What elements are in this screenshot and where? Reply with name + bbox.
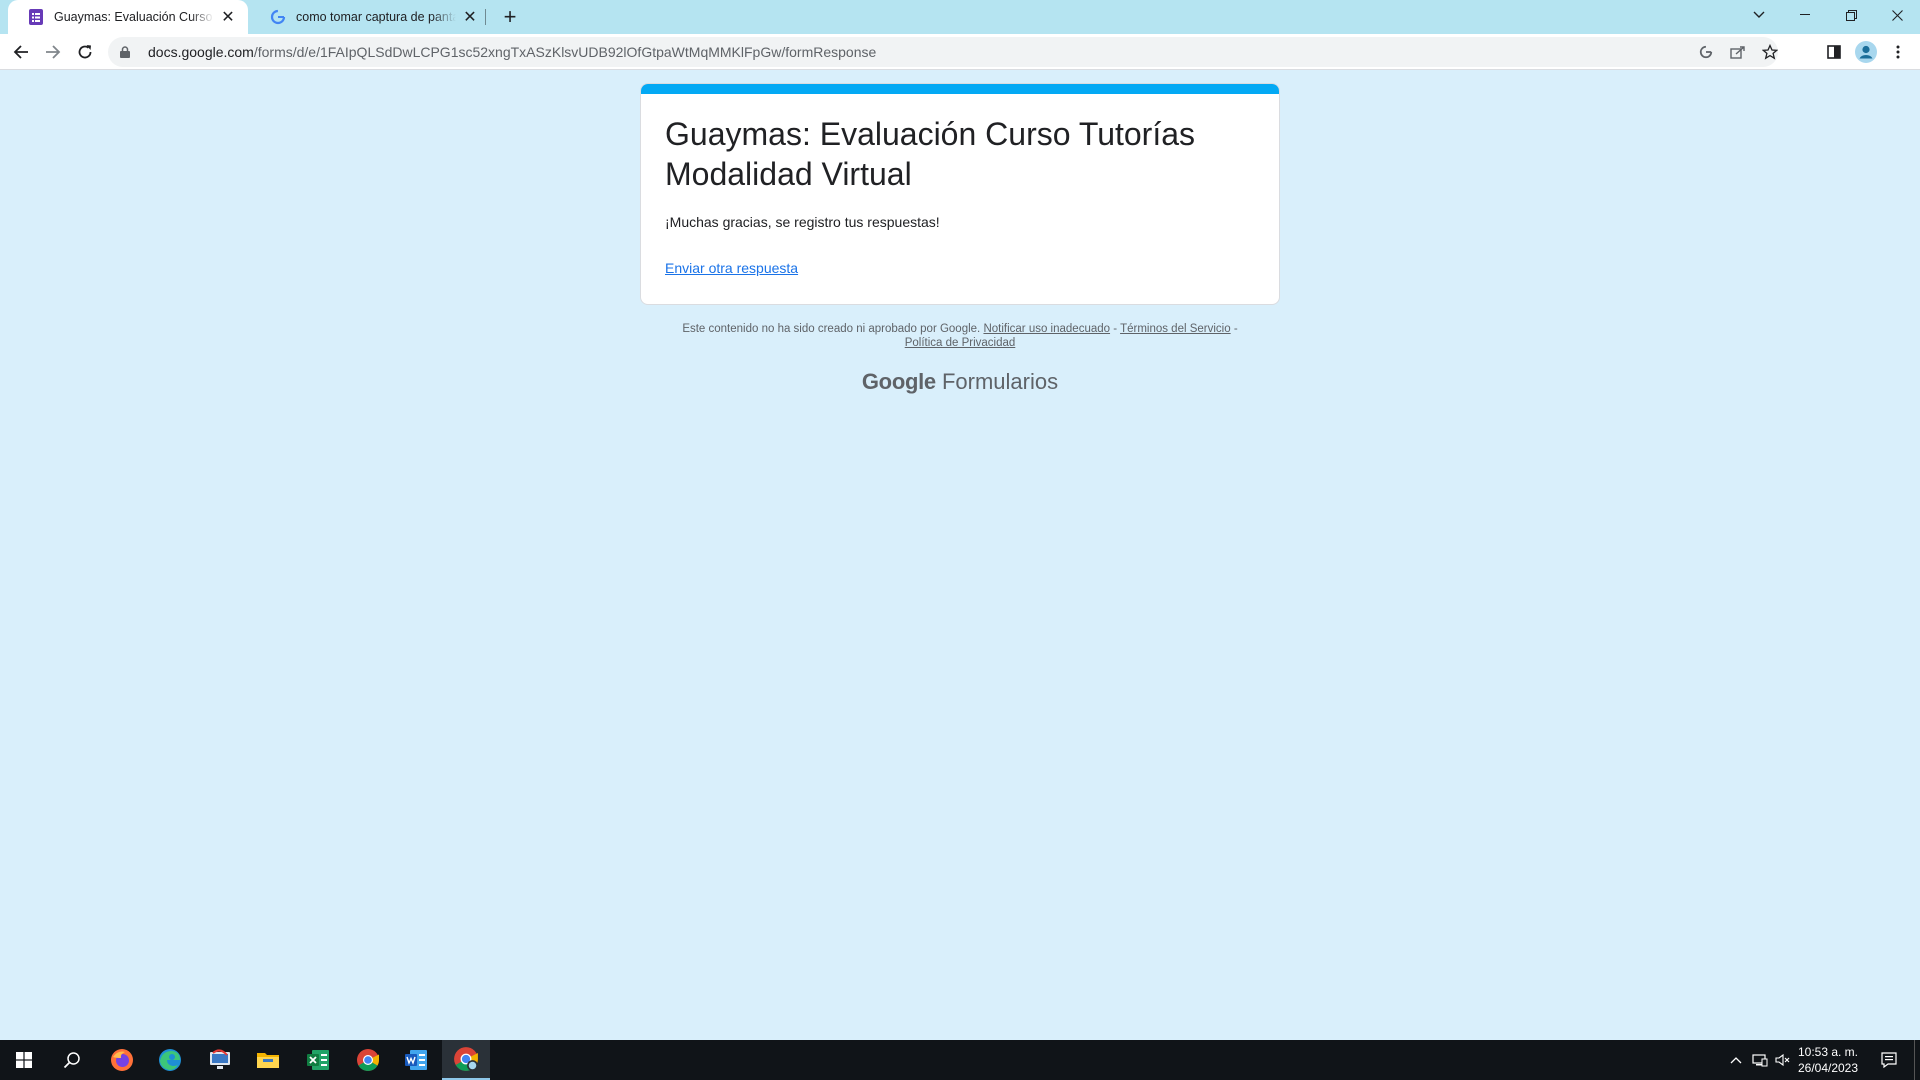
google-forms-logo[interactable]: Google Formularios [640, 369, 1280, 395]
windows-taskbar: 10:53 a. m. 26/04/2023 [0, 1040, 1920, 1080]
form-title-line-2: Modalidad Virtual [665, 156, 912, 192]
google-lens-icon[interactable] [1692, 37, 1720, 67]
notifications-icon[interactable] [1872, 1040, 1906, 1080]
tab-search-dropdown-icon[interactable] [1736, 0, 1782, 30]
address-bar[interactable]: docs.google.com/forms/d/e/1FAIpQLSdDwLCP… [108, 37, 1778, 67]
tab-title: como tomar captura de pantalla [296, 10, 456, 24]
browser-toolbar: docs.google.com/forms/d/e/1FAIpQLSdDwLCP… [0, 34, 1920, 70]
file-explorer-icon[interactable] [244, 1040, 292, 1080]
lock-icon[interactable] [120, 46, 134, 58]
tab-guaymas-form[interactable]: Guaymas: Evaluación Curso Tutorías Modal… [8, 0, 248, 34]
reload-icon[interactable] [71, 38, 99, 66]
side-panel-icon[interactable] [1820, 38, 1848, 66]
remote-desktop-icon[interactable] [196, 1040, 244, 1080]
submit-another-response-link[interactable]: Enviar otra respuesta [665, 260, 798, 276]
firefox-icon[interactable] [98, 1040, 146, 1080]
tab-strip: Guaymas: Evaluación Curso Tutorías Modal… [0, 0, 1920, 34]
word-icon[interactable] [392, 1040, 440, 1080]
restore-icon[interactable] [1828, 0, 1874, 30]
bookmark-star-icon[interactable] [1756, 37, 1784, 67]
close-window-icon[interactable] [1874, 0, 1920, 30]
url-text[interactable]: docs.google.com/forms/d/e/1FAIpQLSdDwLCP… [148, 44, 876, 60]
network-icon[interactable] [1748, 1040, 1772, 1080]
edge-icon[interactable] [146, 1040, 194, 1080]
brand-google: Google [861, 369, 936, 394]
form-response-card: Guaymas: Evaluación Curso Tutorías Modal… [640, 83, 1280, 305]
menu-kebab-icon[interactable] [1884, 38, 1912, 66]
url-host: docs.google.com [148, 44, 254, 60]
minimize-icon[interactable] [1782, 0, 1828, 30]
back-icon[interactable] [7, 38, 35, 66]
google-g-icon [270, 9, 286, 25]
separator: - [1230, 323, 1238, 335]
report-abuse-link[interactable]: Notificar uso inadecuado [983, 323, 1110, 335]
tab-title: Guaymas: Evaluación Curso Tutorías Modal… [54, 10, 214, 24]
separator: - [1110, 323, 1121, 335]
search-icon[interactable] [48, 1040, 96, 1080]
system-clock[interactable]: 10:53 a. m. 26/04/2023 [1790, 1044, 1866, 1076]
url-path: /forms/d/e/1FAIpQLSdDwLCPG1sc52xngTxASzK… [253, 44, 877, 60]
close-tab-icon[interactable]: ✕ [220, 9, 236, 26]
show-hidden-icons-icon[interactable] [1726, 1040, 1746, 1080]
privacy-link[interactable]: Política de Privacidad [905, 337, 1016, 349]
footer-disclaimer: Este contenido no ha sido creado ni apro… [640, 322, 1280, 350]
form-accent-bar [641, 84, 1279, 94]
tab-search[interactable]: como tomar captura de pantalla ✕ [250, 0, 490, 34]
google-forms-icon [28, 9, 44, 25]
confirmation-message: ¡Muchas gracias, se registro tus respues… [665, 214, 940, 230]
terms-link[interactable]: Términos del Servicio [1120, 323, 1231, 335]
tab-separator [485, 9, 486, 25]
forward-icon[interactable] [39, 38, 67, 66]
profile-avatar-icon[interactable] [1852, 38, 1880, 66]
disclaimer-text: Este contenido no ha sido creado ni apro… [682, 323, 981, 335]
share-icon[interactable] [1724, 37, 1752, 67]
close-tab-icon[interactable]: ✕ [462, 9, 478, 26]
form-title: Guaymas: Evaluación Curso Tutorías Modal… [641, 94, 1279, 194]
chrome-icon[interactable] [344, 1040, 392, 1080]
windows-start-icon[interactable] [0, 1040, 48, 1080]
clock-date: 26/04/2023 [1797, 1061, 1859, 1075]
excel-icon[interactable] [294, 1040, 342, 1080]
form-title-line-1: Guaymas: Evaluación Curso Tutorías [665, 116, 1196, 152]
chrome-active-icon[interactable] [442, 1040, 490, 1080]
new-tab-icon[interactable]: + [498, 4, 522, 29]
show-desktop-button[interactable] [1914, 1040, 1920, 1080]
clock-time: 10:53 a. m. [1797, 1045, 1859, 1059]
brand-product: Formularios [941, 369, 1059, 394]
